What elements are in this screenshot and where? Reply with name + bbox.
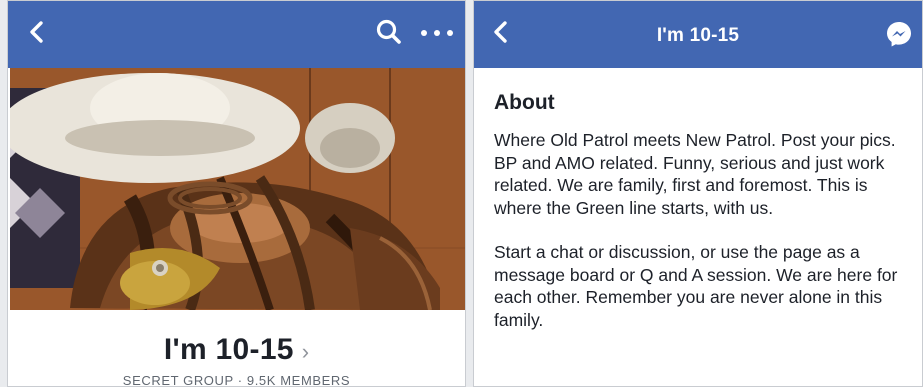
- messenger-icon[interactable]: [884, 19, 914, 49]
- chevron-left-icon[interactable]: [22, 17, 52, 47]
- about-paragraph: Start a chat or discussion, or use the p…: [494, 242, 898, 330]
- about-section: About Where Old Patrol meets New Patrol.…: [494, 91, 908, 353]
- navbar: [8, 1, 465, 68]
- group-meta: SECRET GROUP · 9.5K MEMBERS: [122, 373, 351, 387]
- saddle-photo: [10, 68, 465, 310]
- group-page-screen: I'm 10-15 › SECRET GROUP · 9.5K MEMBERS: [7, 0, 466, 387]
- group-header: I'm 10-15 › SECRET GROUP · 9.5K MEMBERS: [8, 310, 465, 387]
- chevron-right-icon: ›: [301, 339, 310, 364]
- more-horizontal-icon[interactable]: [421, 29, 453, 37]
- about-heading: About: [494, 91, 555, 114]
- group-name-link[interactable]: I'm 10-15 ›: [8, 333, 465, 367]
- about-page-screen: I'm 10-15 About Where Old Patrol meets N…: [473, 0, 923, 387]
- about-paragraph: Where Old Patrol meets New Patrol. Post …: [494, 130, 896, 218]
- group-name: I'm 10-15: [163, 333, 294, 366]
- navbar: I'm 10-15: [474, 1, 922, 68]
- search-icon[interactable]: [375, 18, 403, 46]
- cover-photo[interactable]: [10, 68, 465, 310]
- page-title: I'm 10-15: [656, 25, 740, 46]
